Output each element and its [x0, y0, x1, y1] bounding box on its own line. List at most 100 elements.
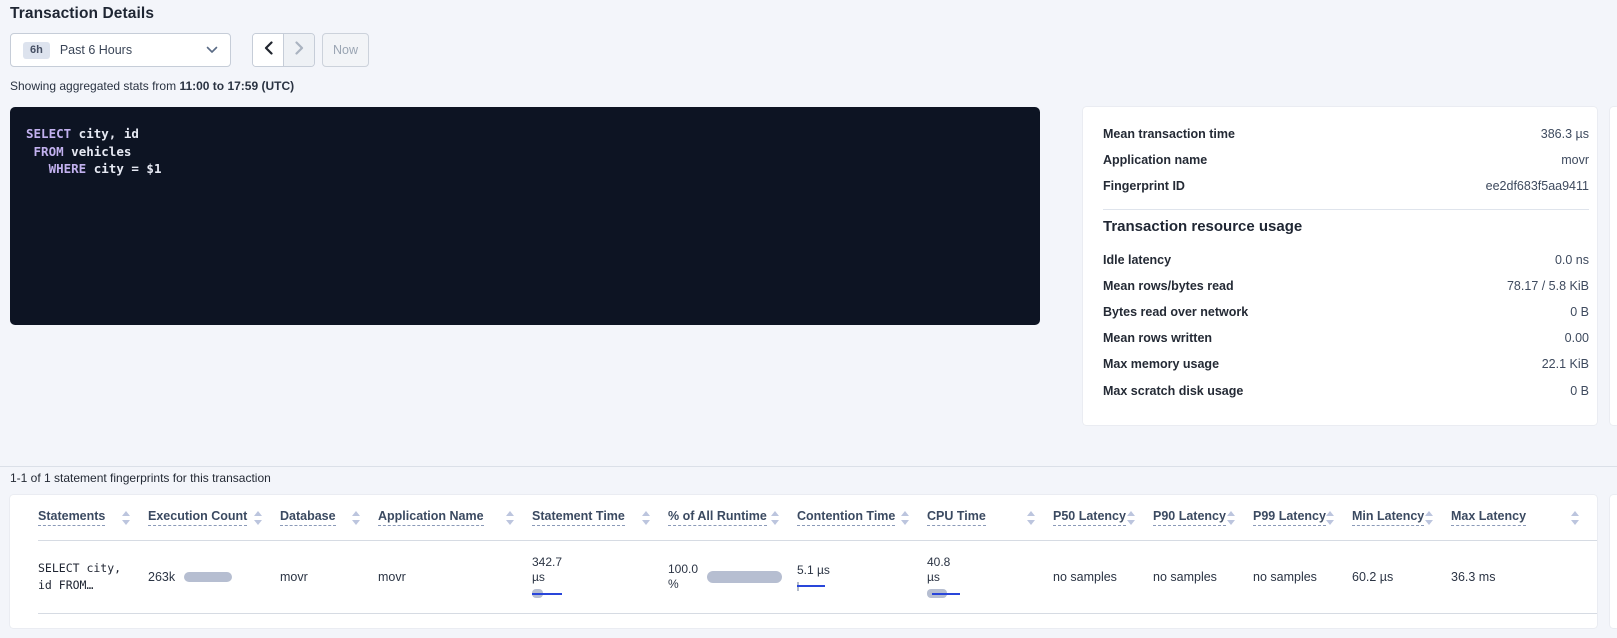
offscreen-card-edge: [1610, 107, 1617, 425]
runtime-pct-value: 100.0: [668, 562, 698, 577]
resource-row: Max scratch disk usage 0 B: [1103, 378, 1589, 404]
cpu-time-value: 40.8: [927, 555, 963, 570]
sort-icon[interactable]: [1027, 511, 1035, 525]
chevron-right-icon: [295, 41, 304, 60]
column-header-label[interactable]: % of All Runtime: [668, 509, 767, 526]
sort-icon[interactable]: [254, 511, 262, 525]
cpu-time-stack: 40.8 µs: [927, 555, 963, 599]
section-divider: [0, 466, 1617, 467]
table-header-row: Statements Execution Count Database Appl…: [38, 495, 1597, 541]
summary-row: Application name movr: [1103, 147, 1589, 173]
sort-icon[interactable]: [1326, 511, 1334, 525]
statement-time-unit: µs: [532, 570, 568, 585]
prev-time-button[interactable]: [253, 34, 283, 66]
resource-row: Mean rows/bytes read 78.17 / 5.8 KiB: [1103, 273, 1589, 299]
sql-keyword: SELECT: [26, 126, 71, 141]
sort-icon[interactable]: [642, 511, 650, 525]
time-range-dropdown[interactable]: 6h Past 6 Hours: [10, 33, 231, 67]
column-header-label[interactable]: Contention Time: [797, 509, 895, 526]
column-header-label[interactable]: CPU Time: [927, 509, 986, 526]
now-button[interactable]: Now: [322, 33, 369, 67]
p90-latency-cell: no samples: [1153, 541, 1253, 613]
sort-icon[interactable]: [352, 511, 360, 525]
summary-row: Mean transaction time 386.3 µs: [1103, 121, 1589, 147]
resource-value: 22.1 KiB: [1542, 357, 1589, 371]
column-header-p50-latency: P50 Latency: [1053, 495, 1153, 540]
sql-text: city, id: [71, 126, 139, 141]
column-header-label[interactable]: Statements: [38, 509, 105, 526]
column-header-label[interactable]: Max Latency: [1451, 509, 1526, 526]
resource-label: Idle latency: [1103, 253, 1171, 267]
summary-divider: [1103, 209, 1589, 210]
aggregated-stats-prefix: Showing aggregated stats from: [10, 79, 179, 93]
contention-time-cell: 5.1 µs: [797, 541, 927, 613]
column-header-p99-latency: P99 Latency: [1253, 495, 1352, 540]
sql-keyword: WHERE: [26, 161, 86, 176]
resource-usage-heading: Transaction resource usage: [1103, 218, 1589, 235]
statements-table-card: Statements Execution Count Database Appl…: [10, 495, 1597, 628]
resource-value: 0 B: [1570, 305, 1589, 319]
sort-icon[interactable]: [1227, 511, 1235, 525]
sort-icon[interactable]: [771, 511, 779, 525]
time-range-label: Past 6 Hours: [60, 43, 206, 57]
resource-row: Max memory usage 22.1 KiB: [1103, 351, 1589, 377]
column-header-label[interactable]: P50 Latency: [1053, 509, 1126, 526]
column-header-statements: Statements: [38, 495, 148, 540]
sql-statement-box: SELECT city, id FROM vehicles WHERE city…: [10, 107, 1040, 325]
column-header-contention-time: Contention Time: [797, 495, 927, 540]
resource-value: 78.17 / 5.8 KiB: [1507, 279, 1589, 293]
column-header-cpu-time: CPU Time: [927, 495, 1053, 540]
statement-link[interactable]: SELECT city, id FROM…: [38, 541, 148, 613]
resource-label: Max scratch disk usage: [1103, 384, 1243, 398]
sql-line: SELECT city, id: [26, 125, 1024, 143]
resource-label: Bytes read over network: [1103, 305, 1248, 319]
cpu-time-bar-chart: [927, 589, 963, 599]
resource-row: Idle latency 0.0 ns: [1103, 247, 1589, 273]
resource-value: 0 B: [1570, 384, 1589, 398]
resource-label: Max memory usage: [1103, 357, 1219, 371]
contention-time-value: 5.1 µs: [797, 563, 833, 578]
column-header-database: Database: [280, 495, 378, 540]
execution-count-cell: 263k: [148, 541, 280, 613]
sort-icon[interactable]: [1127, 511, 1135, 525]
column-header-label[interactable]: Min Latency: [1352, 509, 1424, 526]
summary-value: 386.3 µs: [1541, 127, 1589, 141]
sql-keyword: FROM: [26, 144, 64, 159]
table-row: SELECT city, id FROM… 263k movr movr 342…: [38, 541, 1597, 614]
execution-count-bar: [184, 572, 232, 582]
min-latency-cell: 60.2 µs: [1352, 541, 1451, 613]
column-header-label[interactable]: Statement Time: [532, 509, 625, 526]
column-header-label[interactable]: Database: [280, 509, 336, 526]
summary-label: Mean transaction time: [1103, 127, 1235, 141]
statement-time-cell: 342.7 µs: [532, 541, 668, 613]
stddev-line: [932, 593, 960, 595]
stddev-line: [532, 593, 562, 595]
column-header-label[interactable]: Execution Count: [148, 509, 247, 526]
column-header-label[interactable]: Application Name: [378, 509, 484, 526]
statement-time-value: 342.7: [532, 555, 568, 570]
database-cell: movr: [280, 541, 378, 613]
max-latency-cell: 36.3 ms: [1451, 541, 1597, 613]
column-header-min-latency: Min Latency: [1352, 495, 1451, 540]
summary-row: Fingerprint ID ee2df683f5aa9411: [1103, 173, 1589, 199]
column-header-label[interactable]: P90 Latency: [1153, 509, 1226, 526]
sort-icon[interactable]: [901, 511, 909, 525]
statement-time-bar-chart: [532, 589, 568, 599]
stddev-line: [797, 585, 825, 587]
sql-text: vehicles: [64, 144, 132, 159]
sort-icon[interactable]: [1571, 511, 1579, 525]
column-header-execution-count: Execution Count: [148, 495, 280, 540]
aggregated-stats-range: 11:00 to 17:59 (UTC): [179, 79, 294, 93]
column-header-label[interactable]: P99 Latency: [1253, 509, 1326, 526]
next-time-button[interactable]: [283, 34, 314, 66]
runtime-pct-unit: %: [668, 577, 698, 592]
sort-icon[interactable]: [1425, 511, 1433, 525]
sort-icon[interactable]: [506, 511, 514, 525]
p50-latency-cell: no samples: [1053, 541, 1153, 613]
column-header-max-latency: Max Latency: [1451, 495, 1597, 540]
column-header-statement-time: Statement Time: [532, 495, 668, 540]
chevron-left-icon: [264, 41, 273, 60]
sort-icon[interactable]: [122, 511, 130, 525]
offscreen-card-edge: [1610, 495, 1617, 628]
execution-count-value: 263k: [148, 570, 175, 584]
